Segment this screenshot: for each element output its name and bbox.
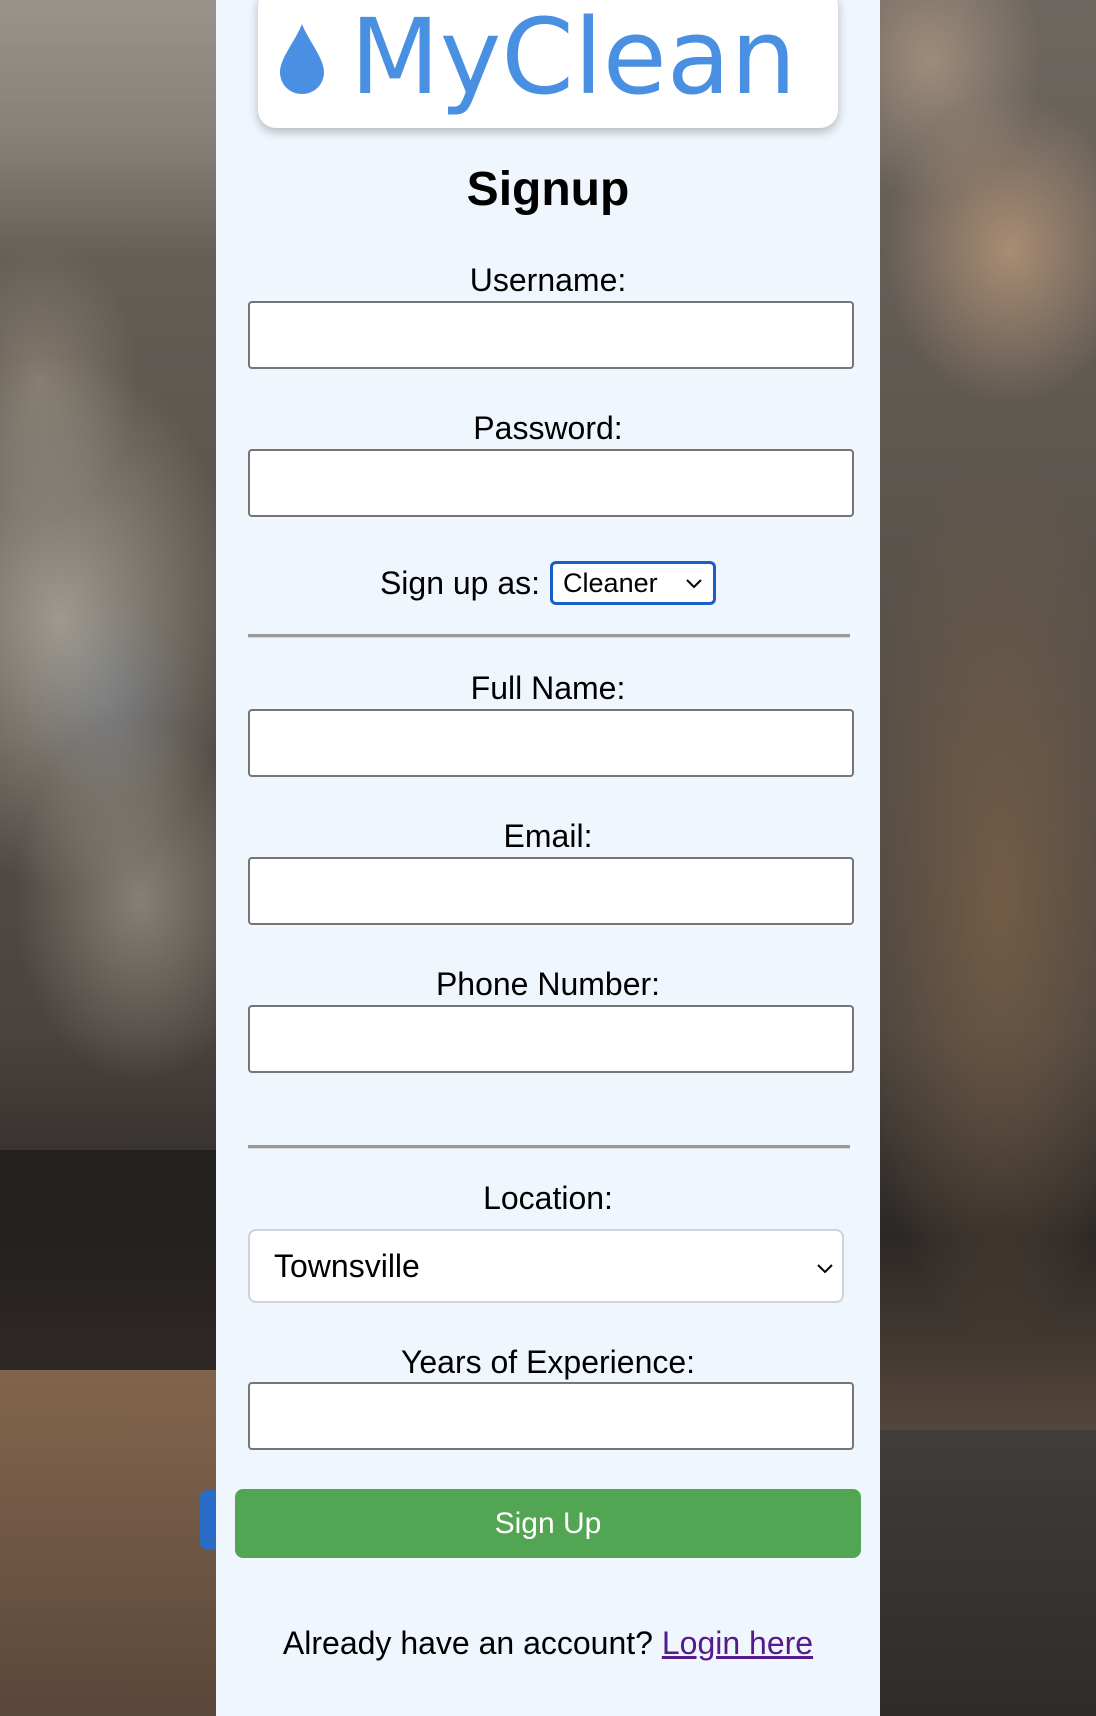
location-label: Location: bbox=[483, 1180, 613, 1216]
role-label: Sign up as: bbox=[379, 564, 541, 601]
phone-input[interactable] bbox=[248, 1005, 854, 1073]
chevron-down-icon bbox=[686, 579, 702, 589]
login-prompt-text: Already have an account? bbox=[282, 1625, 653, 1661]
chevron-down-icon bbox=[817, 1264, 833, 1274]
password-input[interactable] bbox=[248, 449, 854, 517]
experience-input[interactable] bbox=[248, 1382, 854, 1450]
experience-label: Years of Experience: bbox=[400, 1344, 696, 1380]
username-input[interactable] bbox=[248, 301, 854, 369]
sign-up-button[interactable]: Sign Up bbox=[235, 1489, 861, 1558]
location-selected-value: Townsville bbox=[274, 1247, 420, 1284]
full-name-label: Full Name: bbox=[470, 670, 626, 706]
role-selected-value: Cleaner bbox=[563, 567, 658, 598]
email-input[interactable] bbox=[248, 857, 854, 925]
login-link[interactable]: Login here bbox=[662, 1625, 813, 1661]
signup-page: MyClean Signup Username: Password: Sign … bbox=[0, 0, 1096, 1716]
location-select[interactable]: Townsville bbox=[248, 1229, 844, 1303]
login-prompt: Already have an account? Login here bbox=[216, 1625, 880, 1662]
water-drop-icon bbox=[280, 24, 324, 94]
full-name-input[interactable] bbox=[248, 709, 854, 777]
brand-logo-text: MyClean bbox=[350, 0, 797, 118]
section-divider bbox=[248, 1145, 850, 1149]
logo-card: MyClean bbox=[258, 0, 838, 128]
section-divider bbox=[248, 634, 850, 638]
phone-label: Phone Number: bbox=[435, 966, 661, 1002]
signup-panel: MyClean Signup Username: Password: Sign … bbox=[216, 0, 880, 1716]
password-label: Password: bbox=[473, 410, 623, 446]
email-label: Email: bbox=[503, 818, 593, 854]
signup-role-row: Sign up as: Cleaner bbox=[216, 558, 880, 608]
page-title: Signup bbox=[466, 163, 630, 216]
role-select[interactable]: Cleaner bbox=[550, 561, 717, 605]
username-label: Username: bbox=[469, 262, 627, 298]
